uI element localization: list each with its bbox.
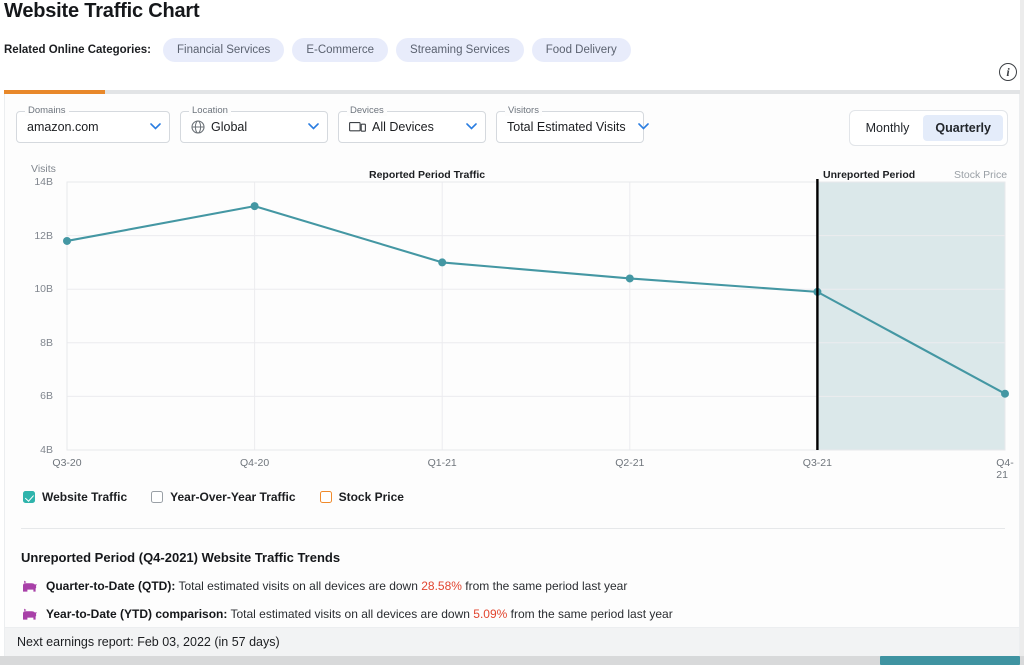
bear-icon [21, 579, 38, 593]
trend-percent-qtd: 28.58% [421, 579, 462, 593]
location-select[interactable]: Location Global [180, 105, 328, 143]
legend-label-year-over-year-traffic: Year-Over-Year Traffic [170, 490, 296, 504]
category-pill-financial-services[interactable]: Financial Services [162, 38, 285, 62]
granularity-quarterly-button[interactable]: Quarterly [923, 115, 1003, 141]
devices-value: All Devices [372, 120, 434, 134]
location-label: Location [189, 105, 231, 116]
data-point [1001, 389, 1009, 398]
chevron-down-icon [454, 122, 477, 133]
trend-row-ytd: Year-to-Date (YTD) comparison: Total est… [21, 607, 673, 621]
unreported-period-shading [817, 182, 1005, 450]
trends-title: Unreported Period (Q4-2021) Website Traf… [21, 550, 341, 565]
right-edge-strip [1020, 0, 1024, 656]
page-title: Website Traffic Chart [4, 0, 200, 22]
related-categories-label: Related Online Categories: [4, 44, 151, 56]
trend-text-after-qtd: from the same period last year [461, 579, 628, 593]
visitors-label: Visitors [505, 105, 542, 116]
related-categories: Related Online Categories: Financial Ser… [4, 38, 631, 62]
devices-select[interactable]: Devices All Devices [338, 105, 486, 143]
x-axis-tick: Q4-21 [996, 457, 1014, 481]
location-value: Global [211, 120, 248, 134]
category-pill-food-delivery[interactable]: Food Delivery [531, 38, 631, 62]
trend-label-ytd: Year-to-Date (YTD) comparison: [46, 607, 228, 621]
category-pill-streaming-services[interactable]: Streaming Services [396, 38, 524, 62]
granularity-toggle: Monthly Quarterly [848, 110, 1008, 146]
checkbox-stock-price[interactable] [319, 491, 332, 503]
legend-item-stock-price[interactable]: Stock Price [319, 490, 404, 504]
data-point [625, 274, 634, 283]
y-axis-tick: 10B [34, 283, 53, 296]
domains-label: Domains [25, 105, 69, 116]
trend-percent-ytd: 5.09% [473, 607, 508, 621]
chart-panel: Domains amazon.com Location Global Devic… [4, 94, 1020, 628]
data-point [63, 236, 71, 245]
granularity-monthly-button[interactable]: Monthly [854, 115, 922, 141]
y-axis-tick: 4B [40, 444, 53, 456]
footer-bar: Next earnings report: Feb 03, 2022 (in 5… [4, 628, 1020, 656]
x-axis-tick: Q1-21 [427, 457, 457, 469]
data-point [438, 258, 447, 267]
checkbox-website-traffic[interactable] [23, 491, 35, 503]
chevron-down-icon [138, 122, 161, 133]
trend-row-qtd-text: Quarter-to-Date (QTD): Total estimated v… [46, 579, 627, 593]
website-traffic-chart-page: Website Traffic Chart Related Online Cat… [0, 0, 1024, 665]
visitors-value: Total Estimated Visits [507, 120, 626, 134]
horizontal-scrollbar-thumb[interactable] [880, 656, 1020, 665]
visitors-select[interactable]: Visitors Total Estimated Visits [496, 105, 649, 143]
globe-icon [191, 120, 205, 134]
x-axis-tick: Q2-21 [615, 457, 645, 469]
x-axis-tick: Q3-21 [802, 457, 832, 469]
chart-legend: Website Traffic Year-Over-Year Traffic S… [23, 490, 404, 504]
trend-row-qtd: Quarter-to-Date (QTD): Total estimated v… [21, 579, 673, 593]
trends-section: Unreported Period (Q4-2021) Website Traf… [21, 550, 673, 621]
y-axis-tick: 8B [40, 336, 53, 349]
legend-label-stock-price: Stock Price [338, 490, 404, 504]
trend-label-qtd: Quarter-to-Date (QTD): [46, 579, 176, 593]
y-axis-tick: 12B [34, 229, 53, 242]
y-axis-tick: 6B [40, 390, 53, 403]
legend-label-website-traffic: Website Traffic [42, 490, 128, 504]
devices-icon [349, 121, 366, 134]
chart-plot-area[interactable] [5, 160, 1021, 480]
chevron-down-icon [626, 122, 649, 133]
traffic-chart: Visits Reported Period Traffic Unreporte… [5, 160, 1021, 481]
trend-text-before-qtd: Total estimated visits on all devices ar… [175, 579, 422, 593]
x-axis-tick: Q4-20 [240, 457, 270, 469]
domains-select[interactable]: Domains amazon.com [16, 105, 170, 143]
bear-icon [21, 607, 38, 621]
devices-label: Devices [347, 105, 387, 116]
legend-item-year-over-year-traffic[interactable]: Year-Over-Year Traffic [151, 490, 296, 504]
trend-row-ytd-text: Year-to-Date (YTD) comparison: Total est… [46, 607, 673, 621]
domains-value: amazon.com [27, 120, 99, 134]
horizontal-scrollbar-track[interactable] [0, 656, 1024, 665]
trend-text-after-ytd: from the same period last year [507, 607, 673, 621]
legend-item-website-traffic[interactable]: Website Traffic [23, 490, 127, 504]
trend-text-before-ytd: Total estimated visits on all devices ar… [227, 607, 474, 621]
x-axis-tick: Q3-20 [52, 457, 82, 469]
data-point [250, 202, 259, 211]
info-icon[interactable]: i [999, 63, 1017, 81]
chevron-down-icon [296, 122, 319, 133]
filter-bar: Domains amazon.com Location Global Devic… [16, 105, 649, 143]
category-pill-e-commerce[interactable]: E-Commerce [292, 38, 389, 62]
checkbox-year-over-year-traffic[interactable] [151, 491, 164, 503]
next-earnings-text: Next earnings report: Feb 03, 2022 (in 5… [17, 635, 280, 649]
section-divider [21, 528, 1005, 529]
y-axis-tick: 14B [34, 176, 53, 188]
